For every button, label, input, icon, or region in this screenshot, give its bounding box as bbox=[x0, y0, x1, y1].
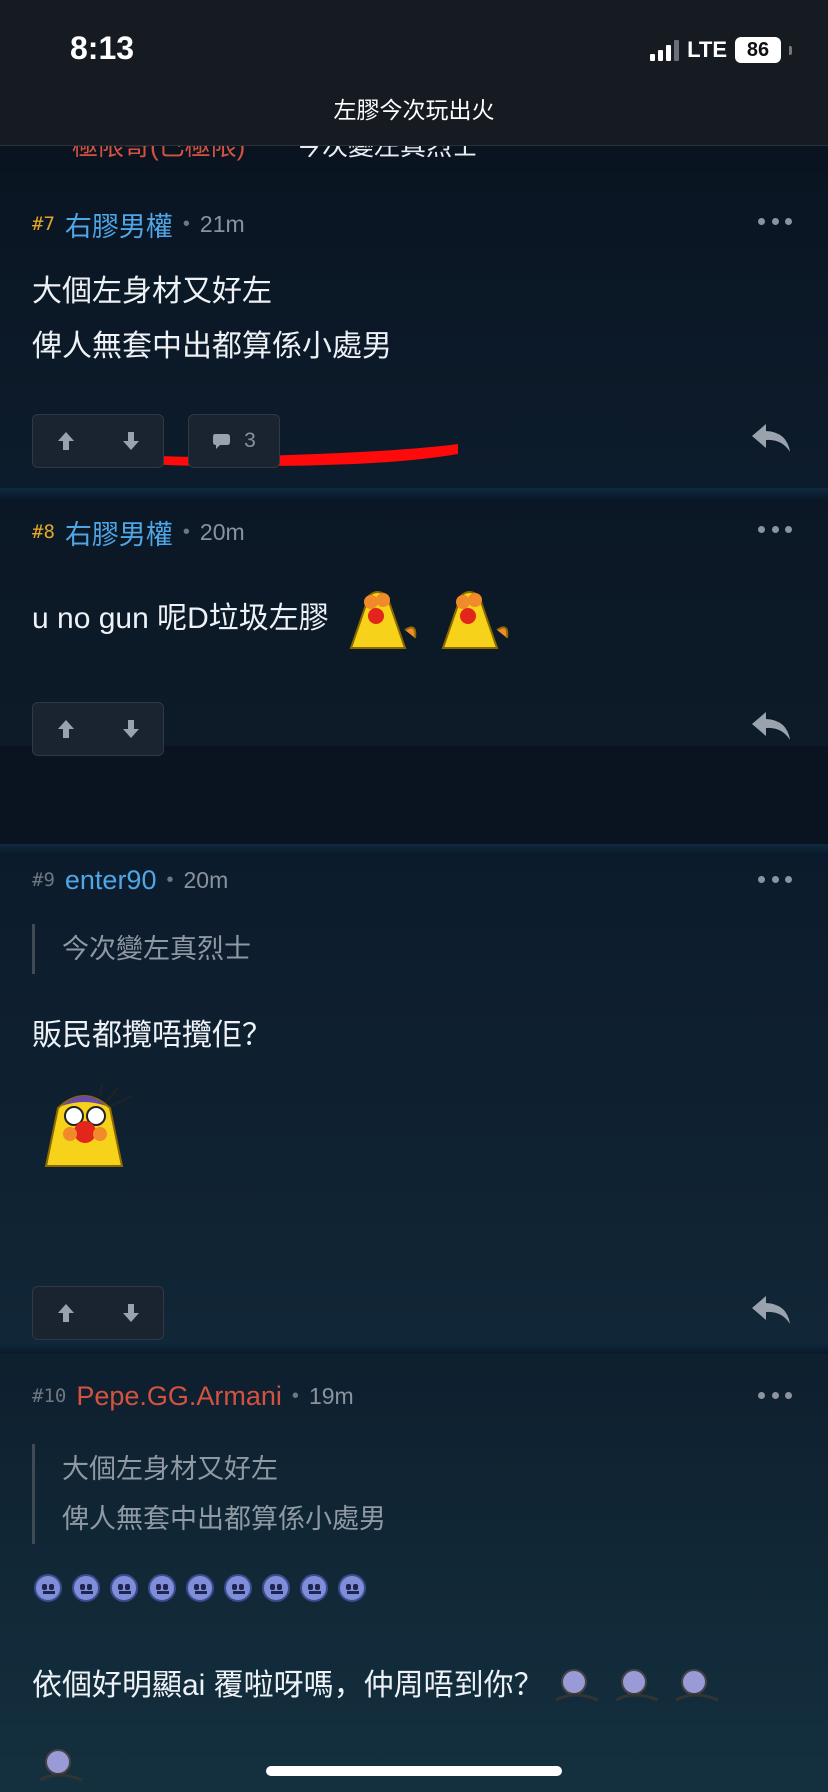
post-age: 21m bbox=[199, 210, 245, 237]
smiley-emoji-icon bbox=[300, 1574, 328, 1602]
smiley-emoji-icon bbox=[34, 1574, 62, 1602]
previous-post-strip: #6 極限哥(已極限) 今次變左真烈士 bbox=[0, 146, 828, 166]
post-author[interactable]: 右膠男權 bbox=[65, 513, 173, 552]
status-bar: 8:13 LTE 86 bbox=[0, 0, 828, 88]
post-number: #10 bbox=[32, 1385, 67, 1407]
reply-icon[interactable] bbox=[750, 1292, 792, 1328]
upvote-icon[interactable] bbox=[56, 718, 76, 740]
reply-icon[interactable] bbox=[750, 420, 792, 456]
post-8: #8 右膠男權 • 20m u no gun 呢D垃圾左膠 bbox=[0, 500, 828, 756]
post-line: 大個左身材又好左 bbox=[32, 275, 272, 308]
smiley-emoji-icon bbox=[110, 1574, 138, 1602]
smiley-emoji-icon bbox=[72, 1574, 100, 1602]
post-text: 依個好明顯ai 覆啦呀嗎，仲周唔到你？ bbox=[32, 1669, 544, 1702]
signal-icon bbox=[650, 39, 680, 61]
post-body: u no gun 呢D垃圾左膠 bbox=[32, 584, 513, 652]
more-icon[interactable] bbox=[758, 218, 792, 228]
post-body: 販民都攬唔攬佢？ bbox=[32, 1008, 272, 1063]
vote-buttons bbox=[32, 702, 164, 756]
nav-bar: 左膠今次玩出火 bbox=[0, 88, 828, 146]
post-number: #6 bbox=[32, 146, 54, 149]
chick-emoji-icon bbox=[441, 591, 509, 649]
post-9: #9 enter90 • 20m 今次變左真烈士 販民都攬唔攬佢？ bbox=[0, 856, 828, 1342]
downvote-icon[interactable] bbox=[121, 1302, 141, 1324]
quoted-text: 大個左身材又好左 俾人無套中出都算係小處男 bbox=[32, 1444, 386, 1544]
post-meta: #9 enter90 • 20m bbox=[32, 862, 228, 898]
smiley-emoji-icon bbox=[186, 1574, 214, 1602]
meta-dot: • bbox=[182, 520, 190, 543]
quote-line: 今次變左真烈士 bbox=[62, 934, 251, 964]
quote-line: 大個左身材又好左 bbox=[62, 1454, 278, 1484]
post-separator bbox=[0, 844, 828, 856]
post-meta: #7 右膠男權 • 21m bbox=[32, 206, 245, 242]
smiley-emoji-icon bbox=[148, 1574, 176, 1602]
smiley-row bbox=[34, 1574, 366, 1602]
ghost-emoji-icon bbox=[614, 1668, 659, 1701]
post-preview: 今次變左真烈士 bbox=[296, 146, 479, 161]
thread-title[interactable]: 左膠今次玩出火 bbox=[0, 88, 828, 132]
post-text: 販民都攬唔攬佢？ bbox=[32, 1019, 272, 1052]
post-age: 19m bbox=[308, 1382, 354, 1409]
post-author[interactable]: Pepe.GG.Armani bbox=[76, 1381, 282, 1412]
post-body: 依個好明顯ai 覆啦呀嗎，仲周唔到你？ bbox=[32, 1658, 724, 1713]
downvote-icon[interactable] bbox=[121, 718, 141, 740]
network-label: LTE bbox=[687, 37, 727, 62]
post-number: #9 bbox=[32, 869, 55, 891]
scared-emoji-icon bbox=[44, 1083, 133, 1167]
battery-tip bbox=[789, 45, 792, 55]
downvote-icon[interactable] bbox=[121, 430, 141, 452]
meta-dot: • bbox=[291, 1384, 299, 1407]
more-icon[interactable] bbox=[758, 526, 792, 536]
more-icon[interactable] bbox=[758, 1392, 792, 1402]
smiley-emoji-icon bbox=[262, 1574, 290, 1602]
chick-emoji-icon bbox=[349, 591, 417, 649]
upvote-icon[interactable] bbox=[56, 1302, 76, 1324]
comment-count: 3 bbox=[244, 429, 256, 452]
post-number: #7 bbox=[32, 213, 55, 235]
smiley-emoji-icon bbox=[224, 1574, 252, 1602]
ghost-emoji-icon bbox=[554, 1668, 599, 1701]
ghost-emoji-icon bbox=[39, 1749, 83, 1782]
quoted-text: 今次變左真烈士 bbox=[32, 924, 251, 974]
post-author[interactable]: 右膠男權 bbox=[65, 205, 173, 244]
meta-dot: • bbox=[182, 212, 190, 235]
more-icon[interactable] bbox=[758, 876, 792, 886]
reply-icon[interactable] bbox=[750, 708, 792, 744]
upvote-icon[interactable] bbox=[56, 430, 76, 452]
comment-count-button[interactable]: 3 bbox=[188, 414, 280, 468]
vote-buttons bbox=[32, 1286, 164, 1340]
quote-line: 俾人無套中出都算係小處男 bbox=[62, 1504, 386, 1534]
comment-icon bbox=[213, 434, 231, 449]
status-time: 8:13 bbox=[70, 30, 135, 66]
post-meta: #10 Pepe.GG.Armani • 19m bbox=[32, 1378, 354, 1414]
post-age: 20m bbox=[199, 518, 245, 545]
battery-icon: 86 bbox=[735, 37, 781, 63]
post-number: #8 bbox=[32, 521, 55, 543]
post-meta: #8 右膠男權 • 20m bbox=[32, 514, 245, 550]
post-age: 20m bbox=[183, 866, 229, 893]
post-7: #7 右膠男權 • 21m 大個左身材又好左 俾人無套中出都算係小處男 3 bbox=[0, 172, 828, 488]
thread-feed[interactable]: #6 極限哥(已極限) 今次變左真烈士 #7 右膠男權 • 21m 大個左身材又… bbox=[0, 146, 828, 1792]
post-separator bbox=[0, 1342, 828, 1354]
post-separator bbox=[0, 488, 828, 500]
meta-dot: • bbox=[166, 868, 174, 891]
smiley-emoji-icon bbox=[338, 1574, 366, 1602]
post-author[interactable]: 極限哥(已極限) bbox=[72, 146, 245, 163]
post-text: u no gun 呢D垃圾左膠 bbox=[32, 601, 329, 635]
post-author[interactable]: enter90 bbox=[65, 865, 157, 896]
vote-buttons bbox=[32, 414, 164, 468]
post-body: 大個左身材又好左 俾人無套中出都算係小處男 bbox=[32, 264, 392, 374]
post-10: #10 Pepe.GG.Armani • 19m 大個左身材又好左 俾人無套中出… bbox=[0, 1354, 828, 1792]
post-line: 俾人無套中出都算係小處男 bbox=[32, 330, 392, 363]
status-indicators: LTE 86 bbox=[650, 36, 792, 64]
home-indicator[interactable] bbox=[266, 1766, 562, 1776]
ghost-emoji-icon bbox=[674, 1668, 719, 1701]
